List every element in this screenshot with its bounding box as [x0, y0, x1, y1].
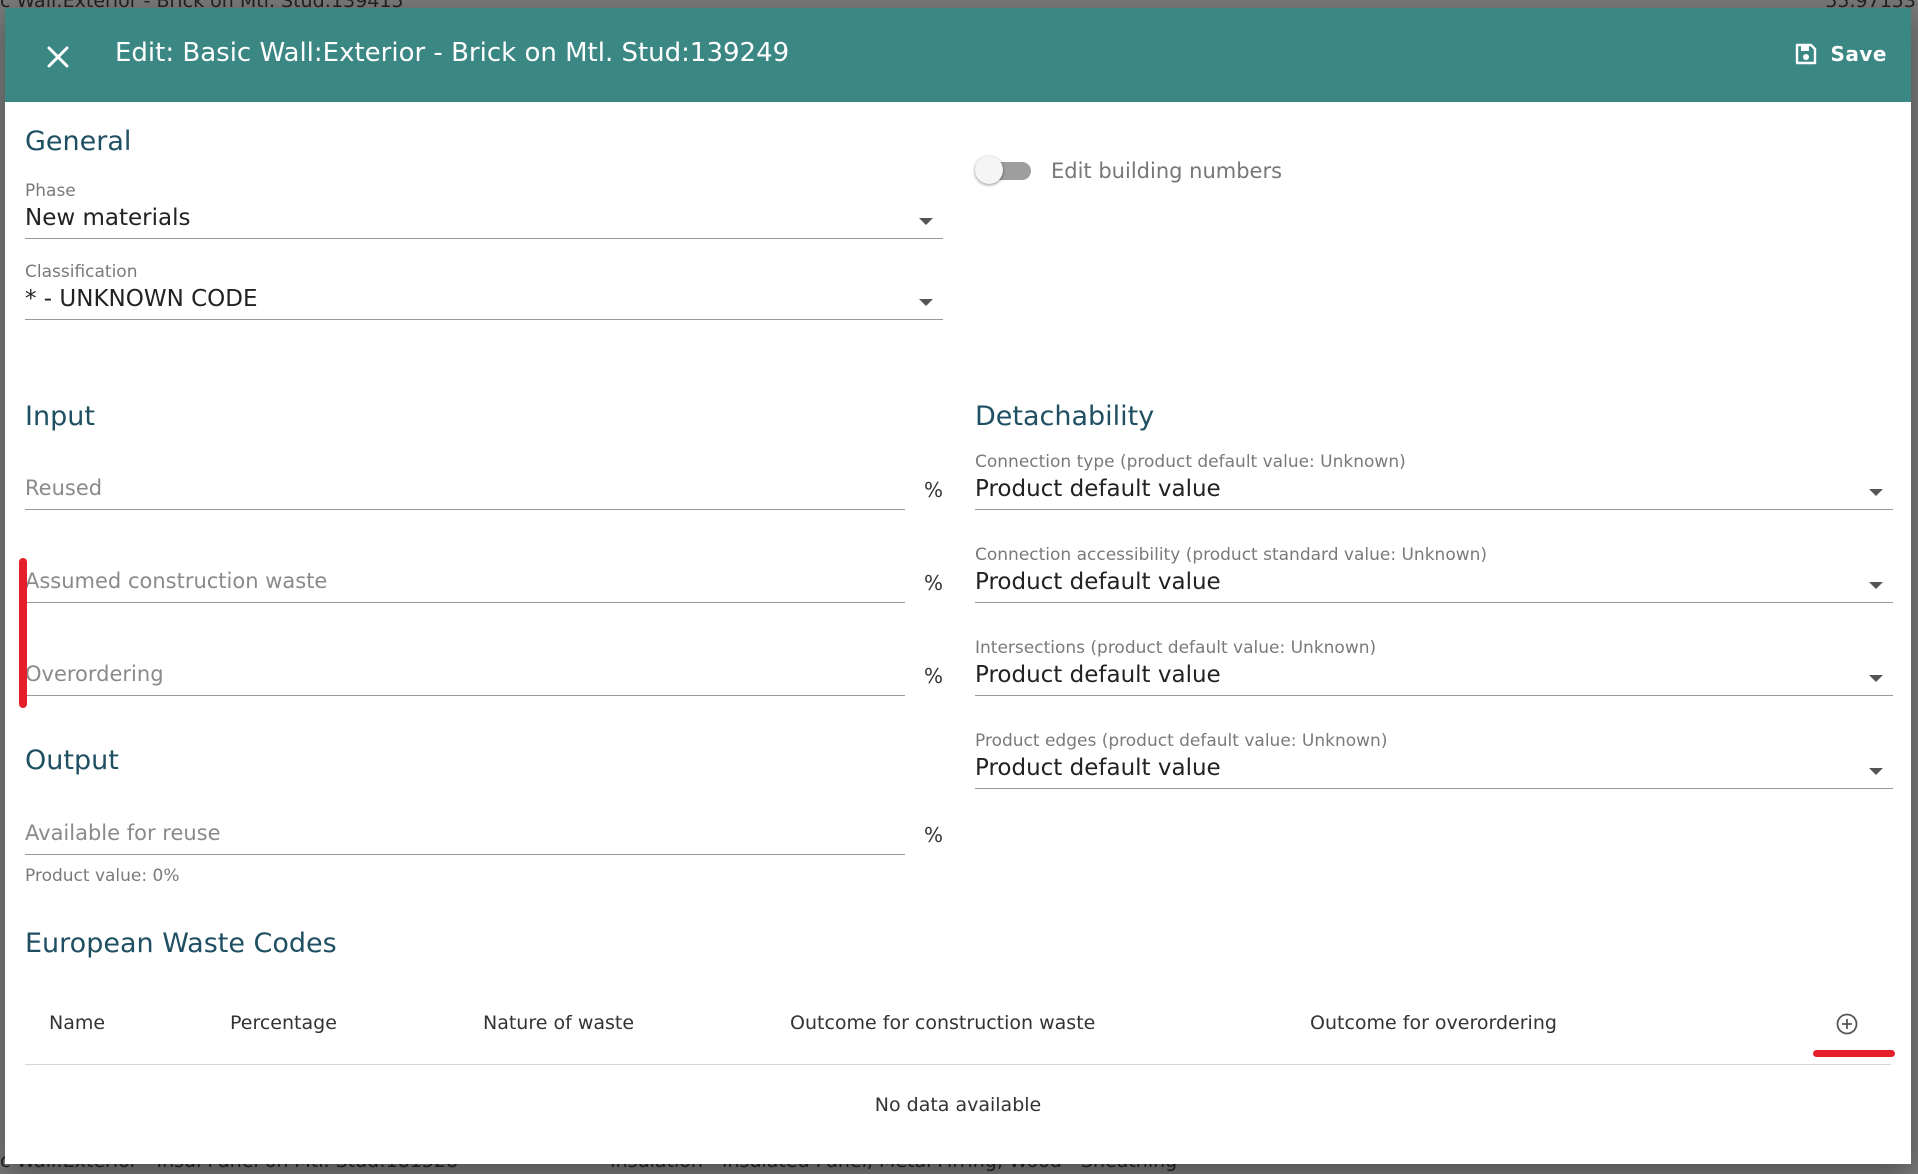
product-edges-select[interactable]: Product edges (product default value: Un… — [975, 731, 1893, 789]
overordering-unit: % — [924, 664, 944, 688]
construction-waste-placeholder: Assumed construction waste — [25, 569, 328, 593]
close-icon — [47, 46, 69, 68]
edit-building-numbers-toggle[interactable] — [975, 155, 1037, 185]
floppy-disk-icon — [1796, 43, 1817, 65]
connection-type-label: Connection type (product default value: … — [975, 452, 1406, 472]
dropdown-arrow-icon — [1869, 489, 1883, 496]
dropdown-arrow-icon — [919, 299, 933, 306]
classification-label: Classification — [25, 262, 138, 282]
reused-input[interactable]: Reused — [25, 470, 905, 510]
save-label: Save — [1830, 42, 1887, 66]
product-edges-value: Product default value — [975, 755, 1221, 781]
dropdown-arrow-icon — [1869, 675, 1883, 682]
toggle-thumb — [975, 156, 1003, 184]
general-heading: General — [25, 126, 132, 157]
phase-value: New materials — [25, 205, 191, 231]
product-edges-label: Product edges (product default value: Un… — [975, 731, 1388, 751]
input-heading: Input — [25, 401, 95, 432]
available-for-reuse-placeholder: Available for reuse — [25, 821, 221, 845]
annotation-underline-add — [1813, 1050, 1895, 1057]
edit-building-numbers-label: Edit building numbers — [1051, 159, 1283, 183]
output-heading: Output — [25, 745, 119, 776]
detachability-heading: Detachability — [975, 401, 1155, 432]
plus-circle-icon — [1836, 1013, 1858, 1035]
dropdown-arrow-icon — [919, 218, 933, 225]
connection-accessibility-value: Product default value — [975, 569, 1221, 595]
classification-value: * - UNKNOWN CODE — [25, 286, 258, 312]
available-for-reuse-unit: % — [924, 823, 944, 847]
dropdown-arrow-icon — [1869, 582, 1883, 589]
phase-label: Phase — [25, 181, 76, 201]
close-button[interactable] — [43, 42, 73, 72]
available-for-reuse-input[interactable]: Available for reuse — [25, 815, 905, 855]
annotation-marker-left — [19, 558, 27, 708]
connection-type-select[interactable]: Connection type (product default value: … — [975, 452, 1893, 510]
empty-table-message: No data available — [874, 1094, 1042, 1116]
column-header-name[interactable]: Name — [49, 1012, 105, 1034]
waste-codes-heading: European Waste Codes — [25, 928, 337, 959]
overordering-placeholder: Overordering — [25, 662, 164, 686]
construction-waste-input[interactable]: Assumed construction waste — [25, 563, 905, 603]
product-value-hint: Product value: 0% — [25, 866, 180, 886]
reused-unit: % — [924, 478, 944, 502]
column-header-nature-of-waste[interactable]: Nature of waste — [483, 1012, 634, 1034]
column-header-outcome-construction-waste[interactable]: Outcome for construction waste — [790, 1012, 1095, 1034]
edit-dialog: Edit: Basic Wall:Exterior - Brick on Mtl… — [5, 8, 1911, 1164]
overordering-input[interactable]: Overordering — [25, 656, 905, 696]
save-button[interactable]: Save — [1794, 42, 1887, 66]
dropdown-arrow-icon — [1869, 768, 1883, 775]
table-header-divider — [25, 1064, 1891, 1065]
connection-type-value: Product default value — [975, 476, 1221, 502]
dialog-toolbar: Edit: Basic Wall:Exterior - Brick on Mtl… — [5, 8, 1911, 102]
intersections-label: Intersections (product default value: Un… — [975, 638, 1377, 658]
construction-waste-unit: % — [924, 571, 944, 595]
add-waste-code-button[interactable] — [1835, 1012, 1859, 1036]
phase-select[interactable]: Phase New materials — [25, 181, 943, 239]
connection-accessibility-select[interactable]: Connection accessibility (product standa… — [975, 545, 1893, 603]
column-header-percentage[interactable]: Percentage — [230, 1012, 337, 1034]
dialog-title: Edit: Basic Wall:Exterior - Brick on Mtl… — [115, 38, 790, 68]
intersections-value: Product default value — [975, 662, 1221, 688]
classification-select[interactable]: Classification * - UNKNOWN CODE — [25, 262, 943, 320]
connection-accessibility-label: Connection accessibility (product standa… — [975, 545, 1488, 565]
reused-placeholder: Reused — [25, 476, 103, 500]
column-header-outcome-overordering[interactable]: Outcome for overordering — [1310, 1012, 1557, 1034]
intersections-select[interactable]: Intersections (product default value: Un… — [975, 638, 1893, 696]
